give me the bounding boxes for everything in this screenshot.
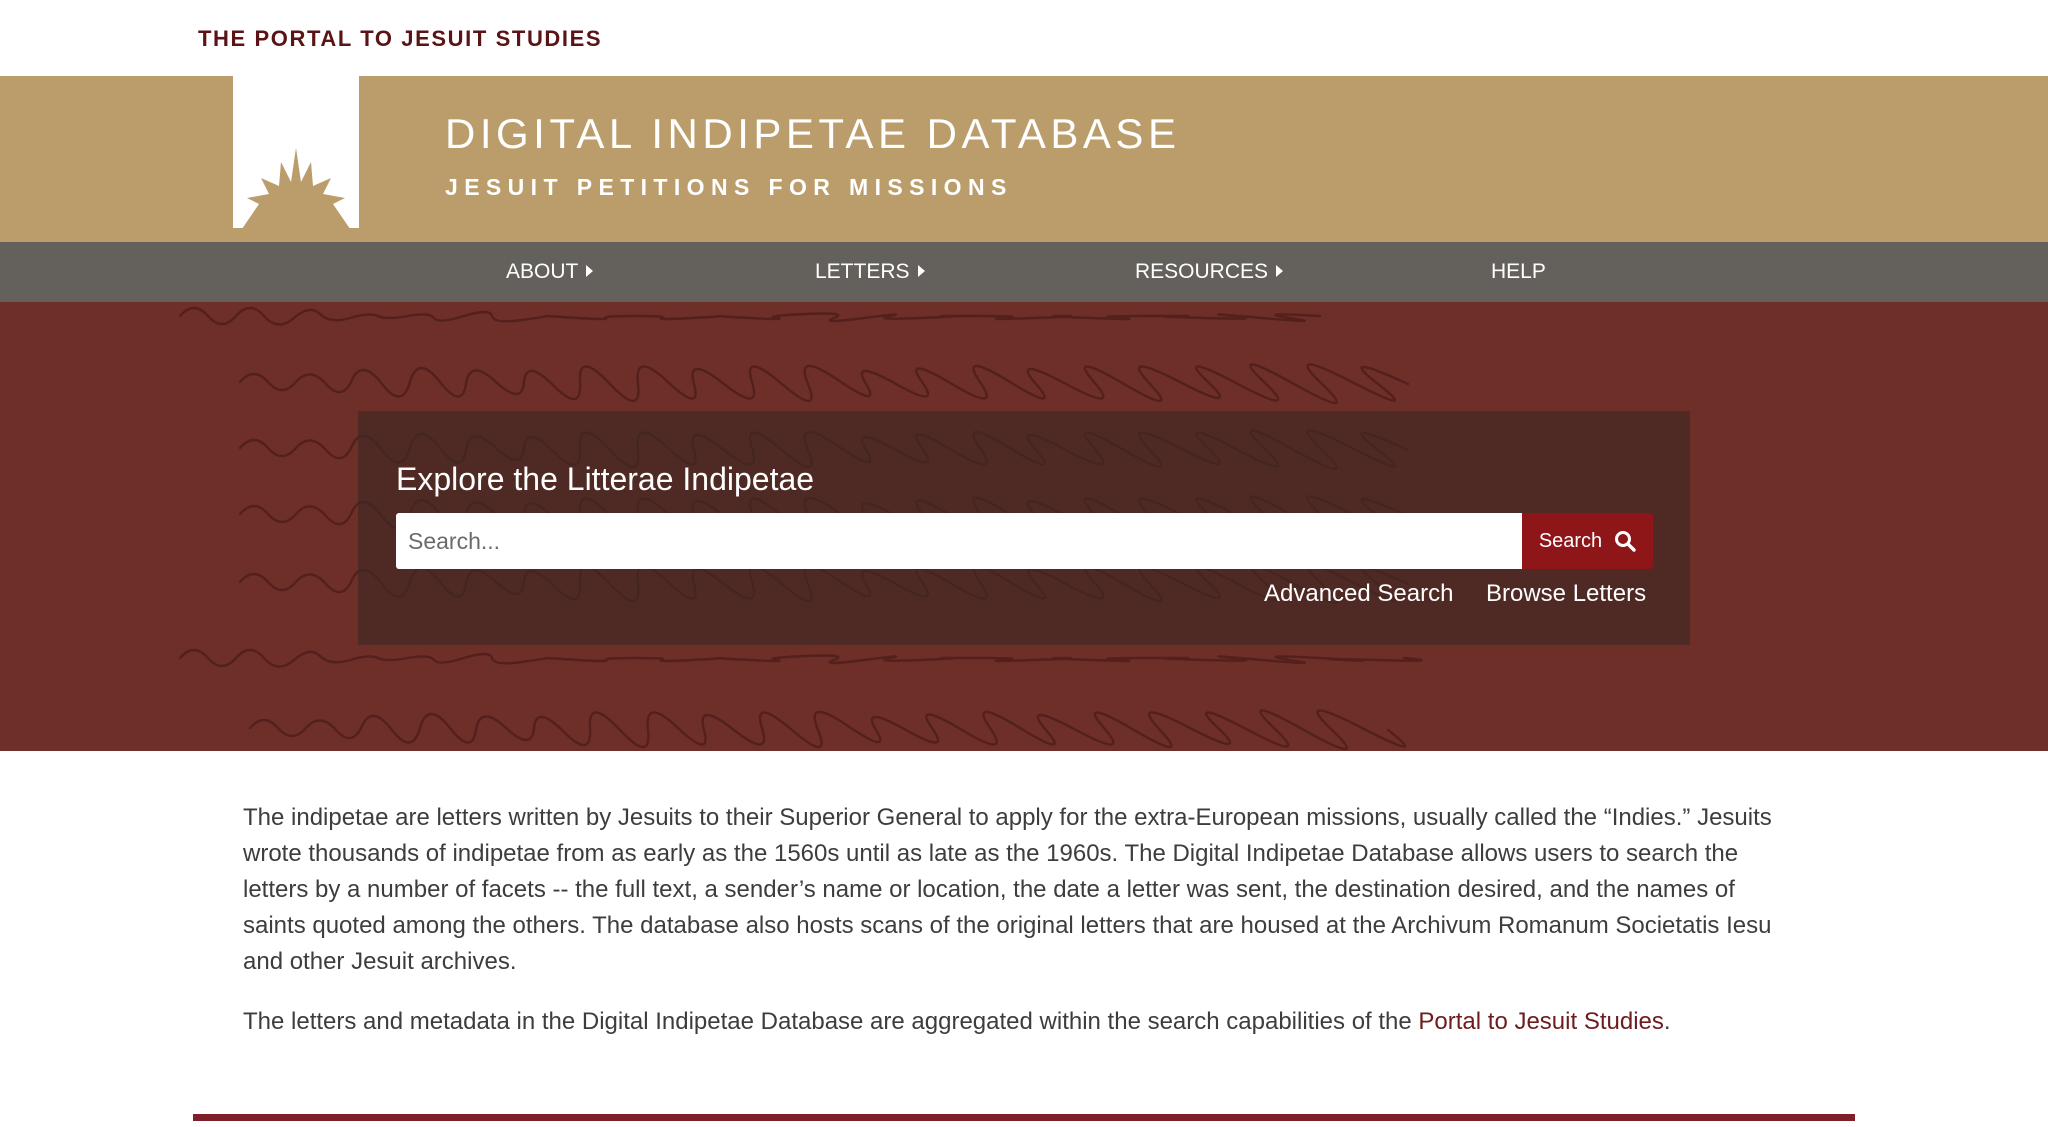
intro-paragraph: The indipetae are letters written by Jes… xyxy=(243,804,1772,975)
caret-right-icon xyxy=(586,265,594,277)
hero-section: Explore the Litterae Indipetae Search Ad… xyxy=(0,302,2048,751)
nav-item-label: ABOUT xyxy=(506,260,579,283)
site-banner: DIGITAL INDIPETAE DATABASE JESUIT PETITI… xyxy=(0,76,2048,242)
search-panel: Explore the Litterae Indipetae Search Ad… xyxy=(358,411,1690,645)
aggregation-text: The letters and metadata in the Digital … xyxy=(243,1008,1419,1035)
aggregation-paragraph: The letters and metadata in the Digital … xyxy=(243,1004,1803,1040)
main-nav: ABOUT LETTERS RESOURCES HELP xyxy=(0,242,2048,302)
nav-item-about[interactable]: ABOUT xyxy=(506,242,594,302)
intro-content: The indipetae are letters written by Jes… xyxy=(243,800,1803,1040)
caret-right-icon xyxy=(917,265,925,277)
site-subtitle: JESUIT PETITIONS FOR MISSIONS xyxy=(445,174,1013,200)
search-button[interactable]: Search xyxy=(1522,513,1653,569)
caret-right-icon xyxy=(1276,265,1284,277)
sunburst-icon xyxy=(233,148,359,242)
footer-divider xyxy=(193,1114,1855,1121)
site-title: DIGITAL INDIPETAE DATABASE xyxy=(445,110,1181,157)
portal-link[interactable]: Portal to Jesuit Studies xyxy=(1418,1008,1663,1035)
nav-item-help[interactable]: HELP xyxy=(1491,242,1546,302)
nav-item-label: HELP xyxy=(1491,260,1546,283)
search-icon xyxy=(1615,531,1636,552)
advanced-search-link[interactable]: Advanced Search xyxy=(1264,580,1453,608)
sunburst-logo-icon[interactable] xyxy=(233,76,359,242)
nav-item-label: LETTERS xyxy=(815,260,910,283)
nav-item-label: RESOURCES xyxy=(1135,260,1269,283)
portal-home-link[interactable]: THE PORTAL TO JESUIT STUDIES xyxy=(198,26,602,52)
nav-item-resources[interactable]: RESOURCES xyxy=(1135,242,1284,302)
search-button-label: Search xyxy=(1538,529,1603,552)
nav-item-letters[interactable]: LETTERS xyxy=(815,242,925,302)
search-input[interactable] xyxy=(396,513,1522,569)
top-bar: THE PORTAL TO JESUIT STUDIES xyxy=(0,0,2048,76)
aggregation-suffix: . xyxy=(1663,1008,1671,1035)
browse-letters-link[interactable]: Browse Letters xyxy=(1486,580,1646,608)
search-panel-title: Explore the Litterae Indipetae xyxy=(396,461,815,497)
